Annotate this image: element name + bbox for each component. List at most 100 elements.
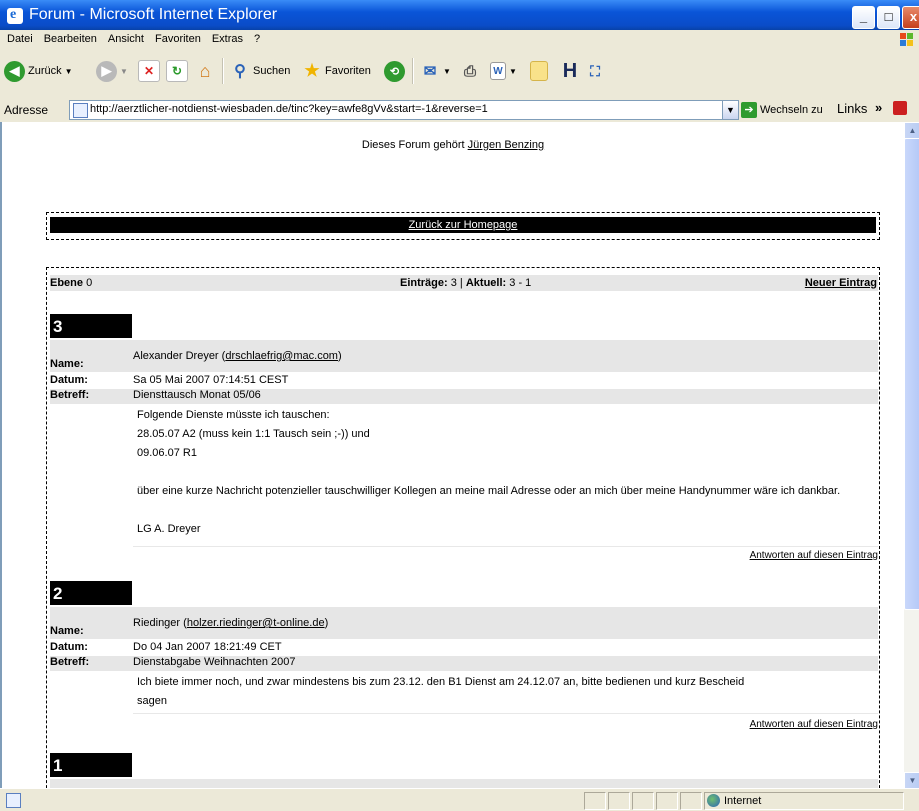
menu-datei[interactable]: Datei bbox=[3, 30, 40, 45]
entry-name-row: Name: Alexander Dreyer (drschlaefrig@mac… bbox=[50, 340, 878, 372]
entry-subject: Diensttausch Monat 05/06 bbox=[133, 389, 261, 401]
menu-extras[interactable]: Extras bbox=[208, 30, 250, 45]
security-zone: Internet bbox=[707, 794, 761, 807]
entry-email-link[interactable]: holzer.riedinger@t-online.de bbox=[187, 617, 325, 629]
entries-label: Einträge: bbox=[400, 277, 448, 289]
entry-name-row: Name: Riedinger (holzer.riedinger@t-onli… bbox=[50, 607, 878, 639]
new-entry-link[interactable]: Neuer Eintrag bbox=[805, 275, 877, 291]
address-bar: Adresse http://aerztlicher-notdienst-wie… bbox=[0, 98, 919, 123]
page-status-icon bbox=[6, 793, 21, 808]
address-label: Adresse bbox=[4, 103, 49, 117]
entry-number: 1 bbox=[50, 753, 132, 777]
forum-owner-line: Dieses Forum gehört Jürgen Benzing bbox=[2, 139, 904, 151]
reply-link[interactable]: Antworten auf diesen Eintrag bbox=[750, 719, 878, 730]
homepage-box: Zurück zur Homepage bbox=[46, 212, 880, 240]
entry-message: Folgende Dienste müsste ich tauschen: 28… bbox=[133, 406, 878, 547]
links-button[interactable]: Links bbox=[837, 101, 867, 116]
entry-message: Ich biete immer noch, und zwar mindesten… bbox=[133, 673, 878, 714]
date-label: Datum: bbox=[50, 374, 88, 386]
stop-button[interactable]: ✕ bbox=[138, 59, 160, 83]
entry-number: 2 bbox=[50, 581, 132, 605]
entry-date-row: Datum: Sa 05 Mai 2007 07:14:51 CEST bbox=[50, 374, 878, 388]
entry-subject: Dienstabgabe Weihnachten 2007 bbox=[133, 656, 296, 668]
entry-number: 3 bbox=[50, 314, 132, 338]
entry-date-row: Datum: Do 04 Jan 2007 18:21:49 CET bbox=[50, 641, 878, 655]
stop-icon: ✕ bbox=[138, 60, 160, 82]
window-title: Forum - Microsoft Internet Explorer bbox=[29, 6, 278, 23]
back-to-homepage-link[interactable]: Zurück zur Homepage bbox=[409, 219, 518, 231]
standard-toolbar: ◀ Zurück ▼ ▶ ▼ ✕ ↻ ⌂ ⚲ Suchen ★ Favorite… bbox=[0, 50, 919, 99]
level-value: 0 bbox=[86, 277, 93, 289]
favorites-label: Favoriten bbox=[325, 65, 371, 77]
current-label: Aktuell: bbox=[465, 277, 507, 289]
print-button[interactable]: ⎙ bbox=[460, 59, 480, 83]
star-icon: ★ bbox=[304, 61, 320, 80]
history-icon: ⟲ bbox=[384, 60, 405, 82]
chevron-right-icon[interactable]: » bbox=[875, 100, 882, 115]
entry-date: Do 04 Jan 2007 18:21:49 CET bbox=[133, 641, 282, 653]
scroll-down-button[interactable]: ▼ bbox=[904, 772, 919, 789]
globe-icon bbox=[707, 794, 720, 807]
forum-header-row: Ebene 0 Einträge: 3 | Aktuell: 3 - 1 Neu… bbox=[50, 275, 878, 291]
menu-help[interactable]: ? bbox=[250, 30, 267, 45]
entry-subject-row: Betreff: Dienstabgabe Weihnachten 2007 bbox=[50, 656, 878, 671]
forward-arrow-icon: ▶ bbox=[96, 60, 117, 82]
search-icon: ⚲ bbox=[234, 63, 246, 80]
owner-link[interactable]: Jürgen Benzing bbox=[468, 139, 544, 151]
owner-prefix: Dieses Forum gehört bbox=[361, 139, 465, 151]
minimize-button[interactable]: _ bbox=[852, 6, 875, 29]
search-button[interactable]: ⚲ Suchen bbox=[230, 59, 290, 83]
go-button[interactable]: ➔ Wechseln zu bbox=[741, 102, 823, 118]
go-label: Wechseln zu bbox=[760, 104, 823, 116]
vertical-scrollbar[interactable]: ▲ ▼ bbox=[904, 122, 919, 789]
reply-link[interactable]: Antworten auf diesen Eintrag bbox=[750, 550, 878, 561]
entries-value: 3 bbox=[450, 277, 457, 289]
entry-author: Riedinger bbox=[133, 617, 181, 629]
entry-author: Alexander Dreyer bbox=[133, 350, 219, 362]
page-icon bbox=[73, 103, 88, 118]
search-label: Suchen bbox=[253, 65, 291, 77]
name-label: Name: bbox=[50, 625, 84, 637]
status-bar: Internet bbox=[0, 788, 919, 811]
home-icon: ⌂ bbox=[199, 60, 211, 81]
h-icon: H bbox=[562, 59, 578, 82]
refresh-icon: ↻ bbox=[166, 60, 188, 82]
messenger-button[interactable]: ⛶ bbox=[585, 59, 605, 83]
scroll-thumb[interactable] bbox=[904, 138, 919, 610]
scroll-up-button[interactable]: ▲ bbox=[904, 122, 919, 139]
history-button[interactable]: ⟲ bbox=[384, 59, 405, 83]
h-button[interactable]: H bbox=[560, 59, 580, 83]
chevron-down-icon: ▼ bbox=[64, 66, 73, 76]
refresh-button[interactable]: ↻ bbox=[166, 59, 188, 83]
menu-bearbeiten[interactable]: Bearbeiten bbox=[40, 30, 104, 45]
message-line: Folgende Dienste müsste ich tauschen: bbox=[137, 409, 330, 421]
message-line: Ich biete immer noch, und zwar mindesten… bbox=[137, 676, 745, 688]
date-label: Datum: bbox=[50, 641, 88, 653]
back-arrow-icon: ◀ bbox=[4, 60, 25, 82]
maximize-button[interactable]: □ bbox=[877, 6, 900, 29]
message-line: 09.06.07 R1 bbox=[137, 447, 197, 459]
entry-name-row bbox=[50, 779, 878, 788]
entry-date: Sa 05 Mai 2007 07:14:51 CEST bbox=[133, 374, 289, 386]
notes-button[interactable] bbox=[530, 59, 548, 83]
address-input[interactable]: http://aerztlicher-notdienst-wiesbaden.d… bbox=[69, 100, 739, 120]
printer-icon: ⎙ bbox=[463, 62, 476, 80]
menu-bar: Datei Bearbeiten Ansicht Favoriten Extra… bbox=[0, 30, 919, 51]
word-icon: W bbox=[490, 62, 506, 80]
home-button[interactable]: ⌂ bbox=[195, 59, 215, 83]
menu-ansicht[interactable]: Ansicht bbox=[104, 30, 151, 45]
menu-favoriten[interactable]: Favoriten bbox=[151, 30, 208, 45]
back-button[interactable]: ◀ Zurück ▼ bbox=[4, 59, 73, 83]
message-line: sagen bbox=[137, 695, 167, 707]
subject-label: Betreff: bbox=[50, 656, 90, 668]
chevron-down-icon: ▼ bbox=[443, 66, 451, 76]
toolbar-extension-icon[interactable] bbox=[893, 101, 907, 115]
mail-button[interactable]: ✉ ▼ bbox=[420, 59, 451, 83]
forward-button[interactable]: ▶ ▼ bbox=[96, 59, 128, 83]
note-icon bbox=[530, 61, 548, 81]
entry-email-link[interactable]: drschlaefrig@mac.com bbox=[225, 350, 338, 362]
close-button[interactable]: x bbox=[902, 6, 919, 29]
address-dropdown-button[interactable]: ▼ bbox=[722, 101, 738, 119]
edit-button[interactable]: W ▼ bbox=[490, 59, 517, 83]
favorites-button[interactable]: ★ Favoriten bbox=[302, 59, 371, 83]
